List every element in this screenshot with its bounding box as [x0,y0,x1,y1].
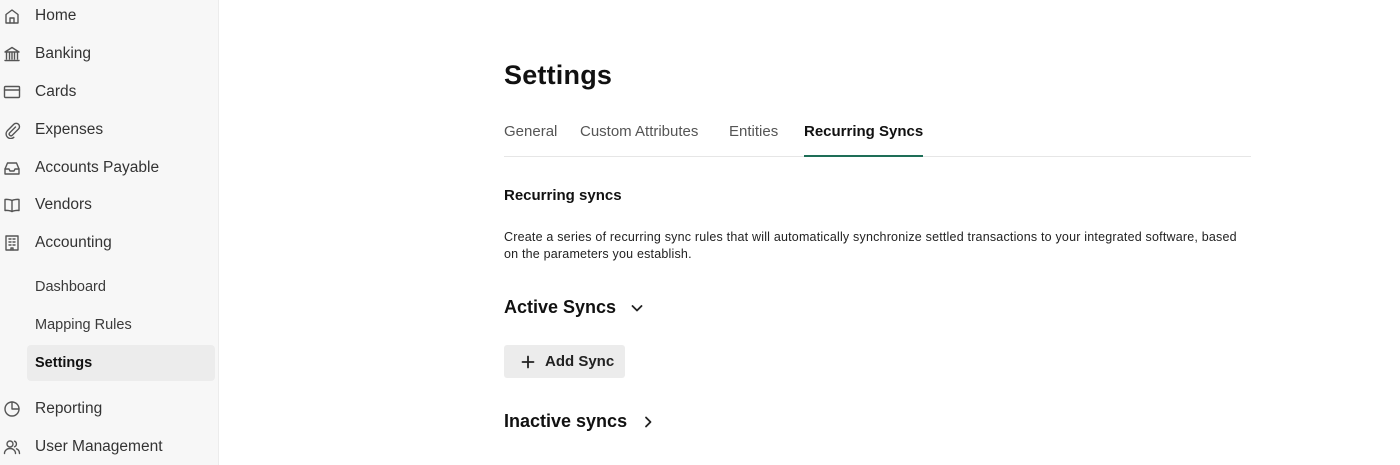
sidebar-item-label: Accounts Payable [35,159,160,176]
users-icon [3,438,21,456]
inbox-icon [3,159,21,177]
sidebar-subitem-label: Mapping Rules [35,317,132,333]
sidebar-subitem-dashboard[interactable]: Dashboard [27,269,215,305]
add-sync-button[interactable]: Add Sync [504,345,625,378]
sidebar-item-accounts-payable[interactable]: Accounts Payable [0,151,219,185]
page-title: Settings [504,60,613,90]
sidebar-item-cards[interactable]: Cards [0,75,219,109]
sidebar-item-label: Expenses [35,121,104,138]
sidebar-item-home[interactable]: Home [0,0,219,33]
sidebar-item-vendors[interactable]: Vendors [0,188,219,222]
sidebar-item-user-management[interactable]: User Management [0,430,219,464]
plus-icon [521,355,535,369]
sidebar-item-label: Accounting [35,234,112,251]
book-icon [3,196,21,214]
sidebar-item-expenses[interactable]: Expenses [0,113,219,147]
active-syncs-title: Active Syncs [504,297,617,317]
tab-entities[interactable]: Entities [729,118,778,157]
sidebar-item-label: User Management [35,438,163,455]
paperclip-icon [3,121,21,139]
sidebar-item-banking[interactable]: Banking [0,37,219,71]
chevron-right-icon [641,415,655,429]
building-icon [3,234,21,252]
sidebar-item-label: Reporting [35,400,103,417]
sidebar-item-label: Home [35,7,77,24]
sidebar-subitem-label: Settings [35,355,93,371]
sidebar-item-reporting[interactable]: Reporting [0,392,219,426]
active-syncs-toggle[interactable]: Active Syncs [504,297,644,318]
section-description: Create a series of recurring sync rules … [504,230,1237,261]
sidebar-subitem-settings[interactable]: Settings [27,345,215,381]
tab-general[interactable]: General [504,118,557,157]
sidebar-item-label: Cards [35,83,77,100]
sidebar: Home Banking Cards Expenses Accounts Pay… [0,0,219,465]
tab-bar: General Custom Attributes Entities Recur… [504,118,1251,157]
sidebar-item-accounting[interactable]: Accounting [0,226,219,260]
inactive-syncs-title: Inactive syncs [504,411,628,431]
sidebar-subitem-mapping-rules[interactable]: Mapping Rules [27,307,215,343]
inactive-syncs-toggle[interactable]: Inactive syncs [504,411,655,432]
sidebar-item-label: Vendors [35,196,92,213]
add-sync-label: Add Sync [545,353,615,370]
tab-recurring-syncs[interactable]: Recurring Syncs [804,118,924,157]
pie-chart-icon [3,400,21,418]
home-icon [3,7,21,25]
card-icon [3,83,21,101]
sidebar-subitem-label: Dashboard [35,279,106,295]
bank-icon [3,45,21,63]
tab-custom-attributes[interactable]: Custom Attributes [580,118,698,157]
sidebar-item-label: Banking [35,45,92,62]
main-content: Settings General Custom Attributes Entit… [220,0,1400,465]
chevron-down-icon [630,301,644,315]
section-title: Recurring syncs [504,187,622,204]
